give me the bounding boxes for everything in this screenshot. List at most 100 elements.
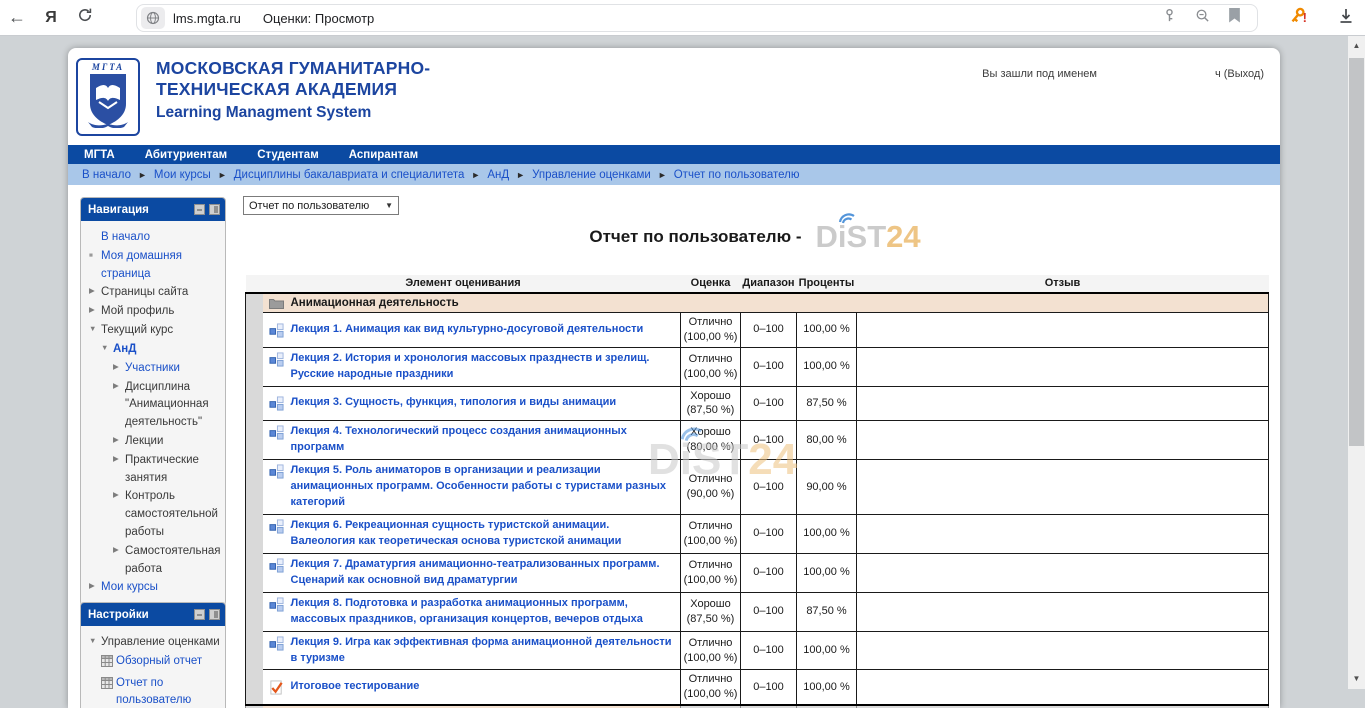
grade-item-link[interactable]: Лекция 1. Анимация как вид культурно-дос… [291,322,644,338]
sidebar-item-control[interactable]: Контроль самостоятельной работы [125,488,221,541]
zoom-search-icon[interactable] [1195,8,1210,28]
grade-value: Отлично [681,352,740,367]
collapse-block-icon[interactable] [194,204,205,215]
url-text[interactable]: lms.mgta.ru [173,11,241,26]
download-icon[interactable] [1337,7,1355,30]
sidebar-item-my-profile[interactable]: Мой профиль [101,303,174,321]
breadcrumb-separator-icon: ► [658,170,667,180]
percent-value: 87,50 % [797,592,857,631]
percent-value: 87,50 % [797,386,857,421]
page-background: МГТА МОСКОВСКАЯ ГУМАНИТАРНО- ТЕХНИЧЕСКАЯ… [0,36,1348,689]
grade-value: Хорошо [681,389,740,404]
breadcrumb-separator-icon: ► [138,170,147,180]
indent-cell [246,460,263,515]
address-bar[interactable]: lms.mgta.ru Оценки: Просмотр [136,4,1258,32]
academy-title-line1: МОСКОВСКАЯ ГУМАНИТАРНО- [156,58,430,79]
sidebar-item-dashboard[interactable]: Моя домашняя страница [101,248,221,284]
crumb-my-courses[interactable]: Мои курсы [154,169,211,181]
menu-item-abiturientam[interactable]: Абитуриентам [145,149,227,161]
sidebar-item-discipline[interactable]: Дисциплина "Анимационная деятельность" [125,379,221,432]
report-type-select[interactable]: Отчет по пользователю ▼ [243,196,399,215]
collapse-icon[interactable] [89,322,101,336]
menu-item-mgta[interactable]: МГТА [84,149,115,161]
scroll-down-icon[interactable]: ▼ [1348,671,1365,687]
expand-icon[interactable] [113,488,125,502]
grade-item-link[interactable]: Лекция 9. Игра как эффективная форма ани… [291,635,675,667]
site-globe-icon [141,7,165,29]
expand-icon[interactable] [113,543,125,557]
settings-item-user-report[interactable]: Отчет по пользователю [116,675,221,708]
grade-item-link[interactable]: Лекция 6. Рекреационная сущность туристс… [291,518,675,550]
expand-icon[interactable] [89,579,101,593]
expand-icon[interactable] [113,433,125,447]
percent-value: 100,00 % [797,631,857,670]
site-card: МГТА МОСКОВСКАЯ ГУМАНИТАРНО- ТЕХНИЧЕСКАЯ… [68,48,1280,708]
sidebar-item-my-courses[interactable]: Мои курсы [101,579,158,597]
crumb-home[interactable]: В начало [82,169,131,181]
table-row: Лекция 9. Игра как эффективная форма ани… [246,631,1269,670]
password-key-icon[interactable] [1162,8,1177,28]
folder-icon [269,297,284,309]
quiz-check-icon [269,680,284,695]
grade-percent: (100,00 %) [681,534,740,549]
sidebar-item-lectures[interactable]: Лекции [125,433,163,451]
expand-icon[interactable] [113,360,125,374]
indent-cell [246,313,263,348]
collapse-icon[interactable] [101,341,113,355]
bookmark-icon[interactable] [1228,8,1241,28]
crumb-course[interactable]: АнД [487,169,509,181]
grade-item-link[interactable]: Лекция 8. Подготовка и разработка анимац… [291,596,675,628]
feedback-cell [857,592,1269,631]
sidebar-item-home[interactable]: В начало [101,229,150,247]
menu-item-studentam[interactable]: Студентам [257,149,319,161]
grade-item-link[interactable]: Лекция 7. Драматургия анимационно-театра… [291,557,675,589]
grade-value: Отлично [681,636,740,651]
grade-item-link[interactable]: Итоговое тестирование [291,679,420,695]
sidebar-item-current-course[interactable]: Текущий курс [101,322,173,340]
collapse-block-icon[interactable] [194,609,205,620]
navigation-block-title: Навигация [88,204,190,216]
vertical-scrollbar[interactable]: ▲ ▼ [1348,36,1365,689]
dock-block-icon[interactable] [209,204,220,215]
percent-value: 100,00 % [797,347,857,386]
crumb-disciplines[interactable]: Дисциплины бакалавриата и специалитета [234,169,465,181]
sidebar-item-and-course[interactable]: АнД [113,341,136,359]
sidebar-item-site-pages[interactable]: Страницы сайта [101,284,188,302]
scroll-up-icon[interactable]: ▲ [1348,38,1365,54]
leaf-bullet-icon [89,248,101,262]
scrollbar-thumb[interactable] [1349,58,1364,446]
protect-key-alert-icon[interactable]: ! [1287,6,1311,31]
logout-link[interactable]: ч (Выход) [1215,68,1264,80]
crumb-grade-admin[interactable]: Управление оценками [532,169,651,181]
sidebar-item-selfwork[interactable]: Самостоятельная работа [125,543,221,579]
expand-icon[interactable] [113,452,125,466]
settings-item-grade-admin[interactable]: Управление оценками [101,634,220,652]
expand-icon[interactable] [89,303,101,317]
indent-cell [246,553,263,592]
yandex-menu-icon[interactable]: Я [34,9,68,27]
range-value: 0–100 [741,313,797,348]
settings-item-overview-report[interactable]: Обзорный отчет [116,653,202,671]
expand-icon[interactable] [113,379,125,393]
feedback-cell [857,347,1269,386]
feedback-cell [857,460,1269,515]
table-row: Лекция 8. Подготовка и разработка анимац… [246,592,1269,631]
grade-item-link[interactable]: Лекция 5. Роль аниматоров в организации … [291,463,675,511]
grade-item-link[interactable]: Лекция 3. Сущность, функция, типология и… [291,395,617,411]
indent-cell [246,386,263,421]
percent-value: 100,00 % [797,553,857,592]
menu-item-aspirantam[interactable]: Аспирантам [349,149,418,161]
collapse-icon[interactable] [89,634,101,648]
refresh-icon[interactable] [68,7,102,28]
expand-icon[interactable] [89,284,101,298]
sidebar-item-practice[interactable]: Практические занятия [125,452,221,488]
back-icon[interactable]: ← [0,7,34,28]
grade-item-link[interactable]: Лекция 4. Технологический процесс создан… [291,424,675,456]
grade-item-link[interactable]: Лекция 2. История и хронология массовых … [291,351,675,383]
grades-table: Элемент оценивания Оценка Диапазон Проце… [245,275,1269,708]
sidebar-item-participants[interactable]: Участники [125,360,180,378]
crumb-user-report[interactable]: Отчет по пользователю [674,169,800,181]
grade-percent: (90,00 %) [681,487,740,502]
dock-block-icon[interactable] [209,609,220,620]
lesson-icon [269,352,284,367]
